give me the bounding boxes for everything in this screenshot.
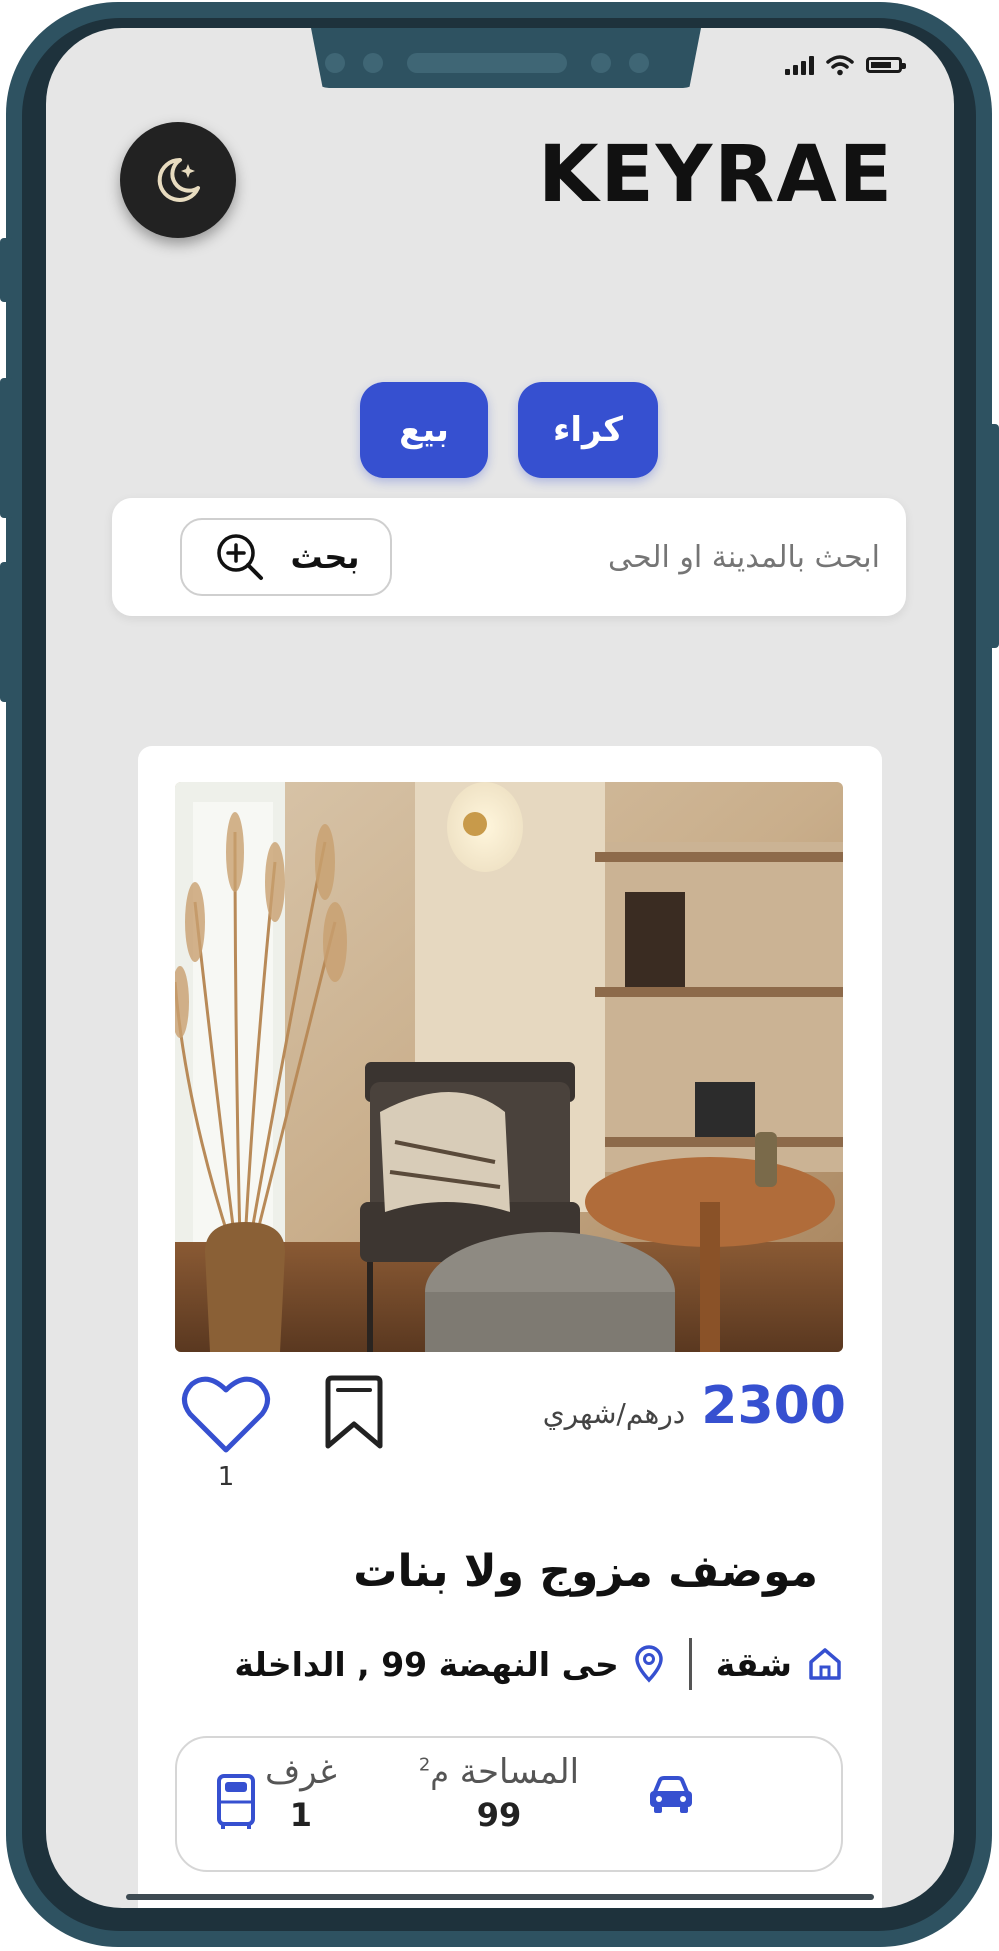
status-bar: [785, 54, 906, 76]
features-box: المساحة م2 99 غرف 1: [175, 1736, 843, 1872]
battery-icon: [866, 57, 906, 73]
notch-sensor: [591, 53, 611, 73]
notch-sensor: [325, 53, 345, 73]
signal-icon: [785, 55, 814, 75]
area-value: 99: [476, 1796, 522, 1834]
search-button-label: بحث: [290, 538, 360, 576]
heart-icon: [182, 1376, 270, 1453]
area-unit: م: [430, 1756, 449, 1791]
like-count: 1: [217, 1462, 235, 1492]
notch-sensor: [363, 53, 383, 73]
price-row: درهم/شهري 2300: [543, 1376, 846, 1436]
phone-notch: [311, 28, 701, 88]
parking-feature: [647, 1774, 695, 1820]
app-logo: KEYRAE: [538, 130, 894, 220]
phone-side-button: [985, 424, 999, 648]
home-icon: [809, 1648, 841, 1680]
bed-feature: [215, 1772, 257, 1834]
search-bar: بحث: [112, 498, 906, 616]
moon-star-icon: [157, 157, 200, 202]
rooms-label: غرف: [265, 1752, 337, 1792]
area-label-row: المساحة م2: [399, 1752, 599, 1792]
bookmark-button[interactable]: [318, 1374, 390, 1458]
property-type: شقة: [715, 1644, 792, 1684]
app-screen: KEYRAE كراء بيع بحث: [46, 28, 954, 1908]
area-feature: المساحة م2 99: [399, 1752, 599, 1834]
location-pin-icon: [635, 1645, 663, 1683]
meta-divider: [688, 1638, 692, 1690]
phone-side-button: [0, 238, 14, 302]
tab-rent[interactable]: كراء: [518, 382, 658, 478]
bookmark-icon: [325, 1375, 383, 1449]
area-label: المساحة: [459, 1752, 580, 1792]
listing-title: موضف مزوج ولا بنات: [353, 1546, 818, 1597]
zoom-search-icon: [216, 534, 263, 580]
notch-speaker: [407, 53, 567, 73]
bed-icon: [217, 1774, 255, 1829]
car-icon: [650, 1776, 692, 1813]
phone-side-button: [0, 562, 14, 702]
like-button[interactable]: 1: [180, 1374, 272, 1492]
theme-toggle-button[interactable]: [120, 122, 236, 238]
area-unit-sup: 2: [418, 1754, 431, 1776]
screen-bottom-edge: [126, 1894, 874, 1900]
property-location: حى النهضة 99 , الداخلة: [234, 1644, 619, 1684]
listing-meta: شقة حى النهضة 99 , الداخلة: [234, 1638, 844, 1690]
price-period: درهم/شهري: [542, 1397, 686, 1430]
listing-card[interactable]: 1 درهم/شهري 2300 موضف مزوج ولا بنات شقة …: [138, 746, 882, 1908]
phone-side-button: [0, 378, 14, 518]
rooms-value: 1: [289, 1796, 313, 1834]
listing-price: 2300: [701, 1376, 846, 1436]
rooms-feature: غرف 1: [265, 1752, 337, 1834]
wifi-icon: [826, 55, 854, 76]
listing-photo[interactable]: [175, 782, 843, 1352]
living-room-image: [175, 782, 843, 1352]
notch-sensor: [629, 53, 649, 73]
search-input[interactable]: [508, 528, 882, 586]
tab-sale[interactable]: بيع: [360, 382, 488, 478]
search-button[interactable]: بحث: [180, 518, 392, 596]
